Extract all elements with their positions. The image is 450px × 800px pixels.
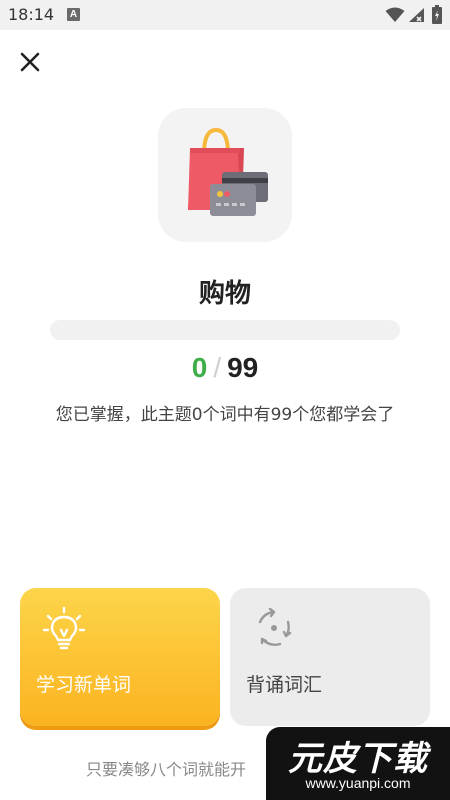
battery-icon — [432, 5, 442, 24]
learn-new-words-button[interactable]: 学习新单词 — [20, 588, 220, 726]
site-watermark: 元皮下载 www.yuanpi.com — [266, 727, 450, 800]
watermark-url: www.yuanpi.com — [305, 775, 411, 791]
topic-title: 购物 — [198, 279, 251, 309]
count-separator: / — [213, 352, 222, 383]
topic-detail-screen: 18:14 A 购物 0 / 99 您已掌握，此主题0个词中有99个您都学会了 … — [0, 0, 450, 800]
shopping-bag-and-cards-icon — [188, 127, 268, 216]
total-count: 99 — [227, 352, 259, 383]
close-icon[interactable] — [16, 48, 44, 76]
status-bar: 18:14 A — [0, 0, 450, 30]
wifi-icon — [385, 7, 405, 22]
learn-new-words-label: 学习新单词 — [36, 674, 132, 696]
learned-count: 0 — [191, 352, 208, 383]
refresh-cycle-icon — [258, 607, 292, 647]
watermark-title: 元皮下载 — [288, 739, 428, 779]
review-vocabulary-label: 背诵词汇 — [246, 674, 323, 696]
mastery-description: 您已掌握，此主题0个词中有99个您都学会了 — [55, 405, 395, 425]
topic-icon-tile — [158, 108, 292, 242]
review-vocabulary-button[interactable]: 背诵词汇 — [230, 588, 430, 726]
signal-icon — [409, 8, 424, 22]
status-time: 18:14 — [8, 5, 55, 24]
notification-icon: A — [67, 8, 80, 21]
progress-bar — [50, 320, 400, 340]
word-count: 0/99 — [0, 352, 450, 384]
lightbulb-icon — [42, 606, 86, 650]
unlock-hint: 只要凑够八个词就能开 — [86, 760, 247, 779]
